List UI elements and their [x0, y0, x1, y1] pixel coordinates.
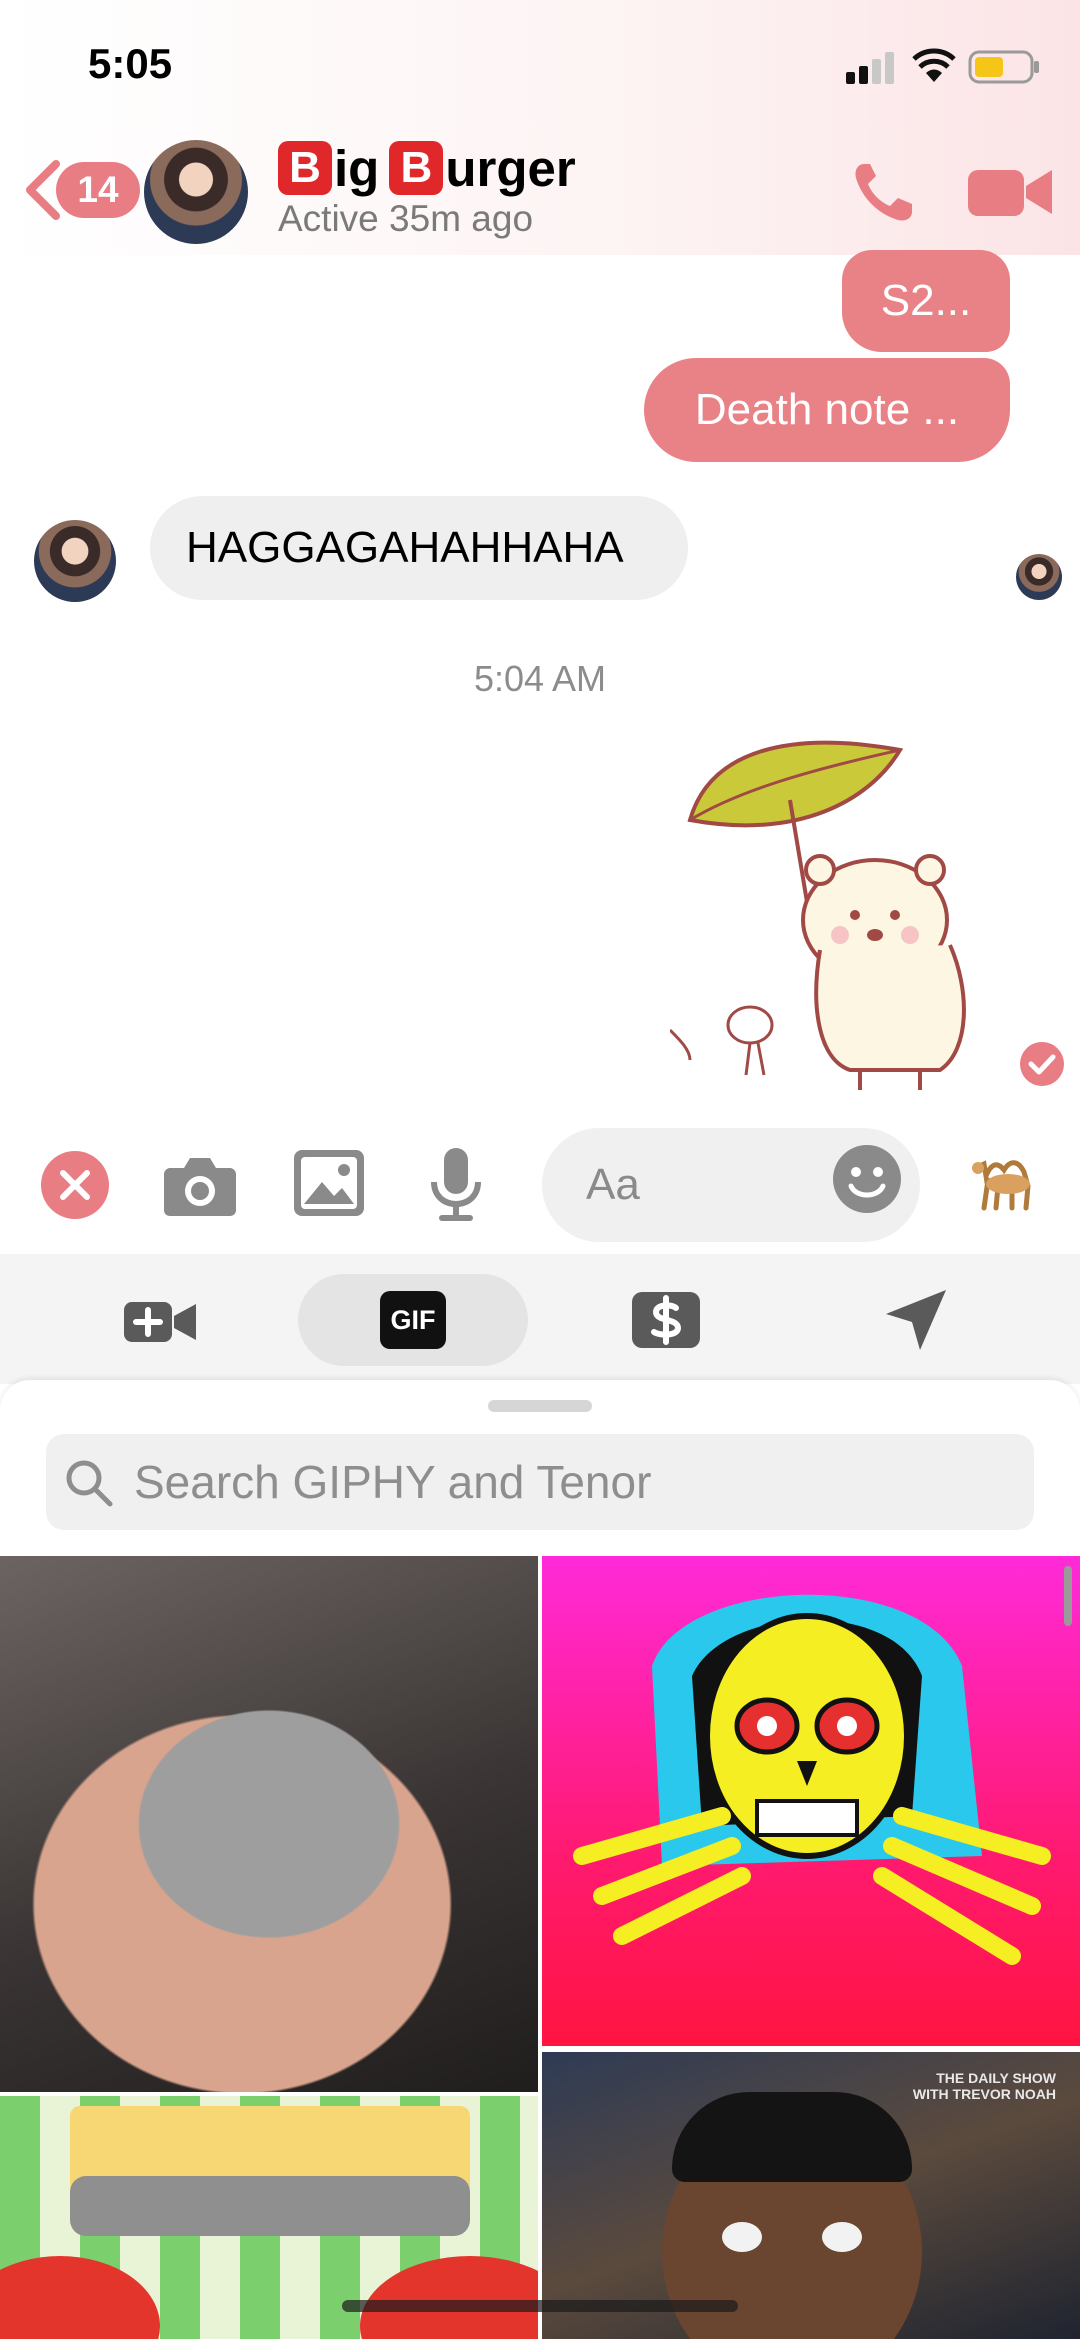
gif-search-input[interactable]: Search GIPHY and Tenor [46, 1434, 1034, 1530]
gif-tab-label: GIF [380, 1291, 446, 1349]
outgoing-message[interactable]: Death note ... [644, 358, 1010, 462]
gif-tile-skull[interactable] [542, 1556, 1080, 2046]
panel-drag-handle[interactable] [488, 1400, 592, 1412]
gif-tile-hamster[interactable] [0, 1556, 538, 2092]
conversation-header: 5:05 14 B ig B urger Active 35m ago [0, 0, 1080, 255]
close-button[interactable] [40, 1150, 110, 1220]
contact-avatar[interactable] [144, 140, 248, 244]
logo-line: THE DAILY SHOW [936, 2070, 1056, 2086]
conversation-title[interactable]: B ig B urger [278, 138, 586, 198]
gif-tab[interactable]: GIF [298, 1274, 528, 1366]
camera-button[interactable] [164, 1152, 236, 1218]
home-indicator[interactable] [342, 2300, 738, 2312]
video-add-icon[interactable] [124, 1274, 196, 1366]
cellular-signal-icon [846, 50, 896, 84]
gif-picker-panel: Search GIPHY and Tenor THE DAILY SHOW WI… [0, 1380, 1080, 2339]
location-arrow-icon[interactable] [884, 1274, 948, 1366]
wifi-icon [912, 48, 956, 82]
emoji-button[interactable] [832, 1144, 902, 1214]
gif-tile-daily-show[interactable]: THE DAILY SHOW WITH TREVOR NOAH [542, 2052, 1080, 2339]
search-icon [66, 1460, 113, 1507]
status-time: 5:05 [88, 40, 173, 87]
b-button-emoji: B [278, 141, 332, 195]
back-button[interactable]: 14 [22, 156, 140, 220]
daily-show-logo: THE DAILY SHOW WITH TREVOR NOAH [913, 2070, 1056, 2102]
composer-bar: Aa [0, 1120, 1080, 1250]
outgoing-message[interactable]: S2... [842, 250, 1010, 352]
camel-quick-reaction-icon[interactable] [966, 1146, 1046, 1220]
delivered-check-icon [1020, 1042, 1064, 1086]
payment-icon[interactable] [632, 1274, 700, 1366]
bear-umbrella-sticker[interactable] [670, 730, 1010, 1090]
sender-avatar[interactable] [34, 520, 116, 602]
battery-icon [968, 50, 1039, 84]
active-status: Active 35m ago [278, 198, 534, 239]
message-timestamp: 5:04 AM [473, 658, 607, 699]
microphone-button[interactable] [428, 1148, 484, 1222]
title-text-part: urger [445, 139, 576, 197]
title-text-part: ig [334, 139, 380, 197]
logo-line: WITH TREVOR NOAH [912, 2086, 1056, 2102]
photo-gallery-button[interactable] [294, 1150, 364, 1216]
unread-badge: 14 [56, 162, 140, 218]
read-receipt-avatar [1016, 554, 1062, 600]
b-button-emoji: B [389, 141, 444, 195]
incoming-message[interactable]: HAGGAGAHAHHAHA [150, 496, 688, 600]
video-call-button[interactable] [968, 164, 1052, 220]
phone-call-button[interactable] [850, 160, 918, 224]
extension-tray: GIF [0, 1254, 1080, 1384]
scrollbar[interactable] [1064, 1566, 1072, 1626]
